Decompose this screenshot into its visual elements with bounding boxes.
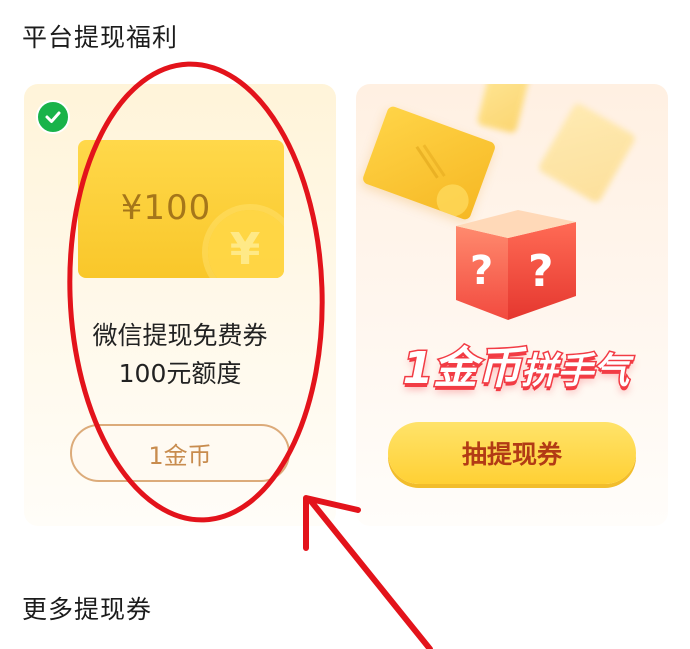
wechat-icon (36, 100, 70, 134)
redeem-1-coin-button[interactable]: 1金币 (70, 424, 290, 482)
flying-card-decoration (537, 101, 637, 205)
flying-card-decoration (476, 84, 532, 134)
lucky-draw-card[interactable]: ? ? 1金币拼手气 抽提现券 (356, 84, 668, 526)
slogan-rest: 拼手气 (520, 350, 631, 394)
section-title-platform-withdraw-benefits: 平台提现福利 (22, 23, 179, 52)
lucky-draw-slogan: 1金币拼手气 (396, 332, 636, 396)
slogan-highlight: 1金币 (401, 342, 523, 396)
mystery-box-icon: ? ? (456, 210, 576, 320)
svg-text:?: ? (470, 248, 493, 294)
wechat-free-voucher-card[interactable]: ¥100 ¥ 微信提现免费券 100元额度 1金币 (24, 84, 336, 526)
mystery-box-illustration: ? ? 1金币拼手气 (356, 84, 668, 404)
svg-text:?: ? (528, 246, 554, 297)
draw-withdraw-voucher-button[interactable]: 抽提现券 (388, 422, 636, 484)
voucher-description-quota: 100元额度 (118, 359, 242, 388)
voucher-description-title: 微信提现免费券 (92, 321, 268, 350)
voucher-image: ¥100 ¥ (78, 140, 284, 278)
section-title-more-vouchers: 更多提现券 (22, 595, 153, 624)
yuan-coin-symbol: ¥ (229, 223, 261, 275)
